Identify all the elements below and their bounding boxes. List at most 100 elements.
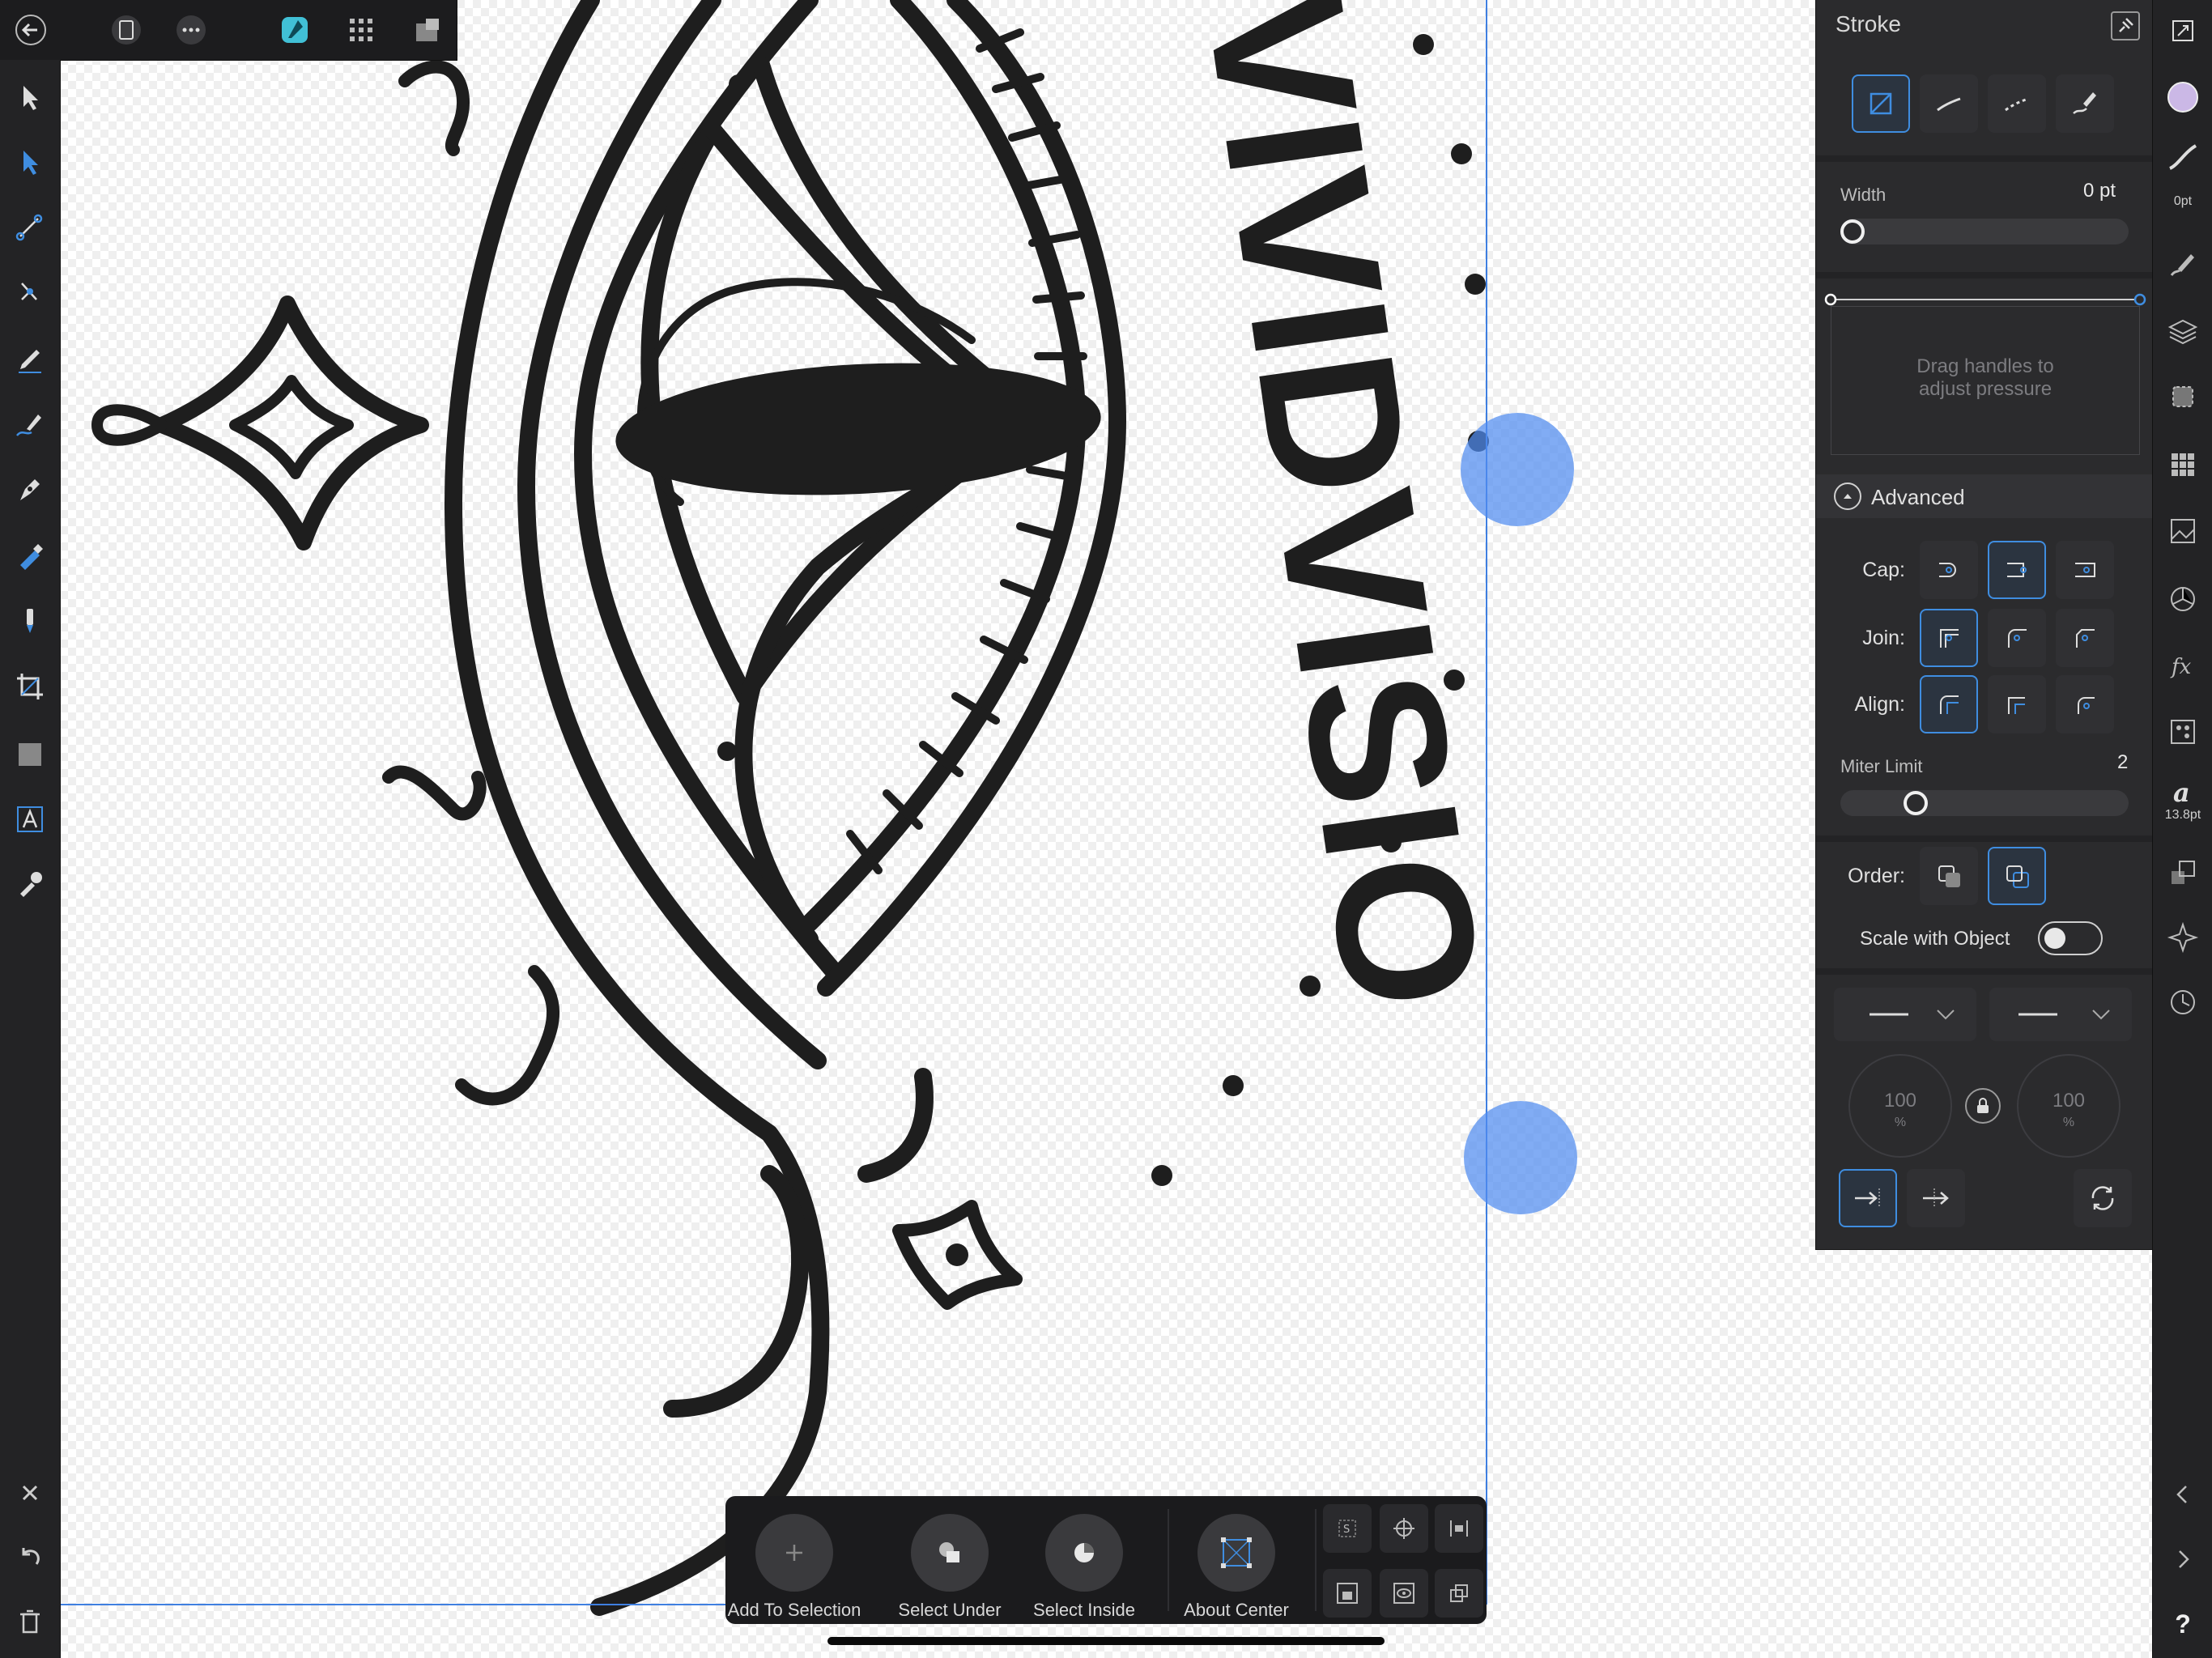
home-indicator[interactable] bbox=[827, 1637, 1385, 1645]
cap-butt-button[interactable] bbox=[1920, 541, 1978, 599]
miter-limit-label: Miter Limit bbox=[1840, 756, 1923, 776]
chevron-up-icon bbox=[1834, 483, 1861, 510]
crosshair-icon[interactable] bbox=[1380, 1504, 1428, 1553]
pressure-graph[interactable]: Drag handles to adjust pressure bbox=[1831, 306, 2140, 455]
assets-icon[interactable] bbox=[2163, 512, 2202, 551]
align-center-button[interactable] bbox=[1920, 675, 1978, 733]
history-icon[interactable] bbox=[2163, 983, 2202, 1022]
about-center-button[interactable]: About Center bbox=[1168, 1504, 1305, 1620]
join-miter-button[interactable] bbox=[1920, 609, 1978, 667]
svg-text:S: S bbox=[1343, 1524, 1350, 1536]
transform-icon[interactable] bbox=[2163, 377, 2202, 416]
visibility-icon[interactable] bbox=[1380, 1569, 1428, 1618]
swap-arrowheads-icon[interactable] bbox=[2074, 1169, 2132, 1227]
swatches-icon[interactable] bbox=[2163, 445, 2202, 484]
navigator-icon[interactable] bbox=[2163, 918, 2202, 957]
pen-tool-icon[interactable] bbox=[11, 470, 49, 508]
arrowhead-outside-button[interactable] bbox=[1907, 1169, 1965, 1227]
order-front-button[interactable] bbox=[1988, 847, 2046, 905]
select-inside-button[interactable]: Select Inside bbox=[1015, 1504, 1153, 1620]
width-label: Width bbox=[1840, 185, 1887, 205]
about-center-icon bbox=[1197, 1514, 1275, 1592]
width-slider-knob[interactable] bbox=[1840, 219, 1865, 244]
cap-square-button[interactable] bbox=[2056, 541, 2114, 599]
miter-limit-value[interactable]: 2 bbox=[2117, 751, 2128, 774]
color-picker-tool-icon[interactable] bbox=[11, 865, 49, 903]
scale-with-object-toggle[interactable] bbox=[2038, 921, 2103, 955]
stroke-studio-icon[interactable] bbox=[2163, 138, 2202, 176]
touch-indicator-lower bbox=[1464, 1101, 1577, 1214]
shape-tool-icon[interactable] bbox=[11, 735, 49, 774]
node-tool-icon[interactable] bbox=[11, 142, 49, 181]
tools-panel bbox=[0, 60, 61, 1658]
fill-tool-icon[interactable] bbox=[11, 538, 49, 576]
stroke-type-none-button[interactable] bbox=[1852, 74, 1910, 133]
help-button[interactable]: ? bbox=[2153, 1609, 2212, 1639]
trash-icon[interactable] bbox=[11, 1601, 49, 1640]
chevron-right-icon[interactable] bbox=[2163, 1540, 2202, 1579]
color-swatch-icon[interactable] bbox=[2163, 78, 2202, 117]
text-style-icon[interactable]: a bbox=[2163, 772, 2202, 811]
effects-icon[interactable]: fx bbox=[2163, 646, 2202, 685]
point-transform-tool-icon[interactable] bbox=[11, 272, 49, 311]
pin-icon[interactable] bbox=[2111, 11, 2140, 40]
lock-icon[interactable] bbox=[1965, 1088, 2001, 1124]
add-to-selection-button[interactable]: Add To Selection bbox=[725, 1504, 863, 1620]
scale-with-object-label: Scale with Object bbox=[1860, 928, 2010, 950]
stroke-type-solid-button[interactable] bbox=[1920, 74, 1978, 133]
width-value[interactable]: 0 pt bbox=[2083, 180, 2116, 202]
styles-icon[interactable] bbox=[2163, 712, 2202, 751]
panel-title: Stroke bbox=[1836, 11, 1901, 36]
svg-text:fx: fx bbox=[2170, 655, 2192, 679]
join-bevel-button[interactable] bbox=[2056, 609, 2114, 667]
pencil-tool-icon[interactable] bbox=[11, 340, 49, 379]
stroke-width-badge: 0pt bbox=[2173, 194, 2193, 208]
export-persona-icon[interactable] bbox=[408, 11, 447, 49]
select-under-button[interactable]: Select Under bbox=[881, 1504, 1019, 1620]
start-scale-field[interactable]: 100 % bbox=[1848, 1054, 1952, 1158]
cap-round-button[interactable] bbox=[1988, 541, 2046, 599]
vector-brush-tool-icon[interactable] bbox=[11, 405, 49, 444]
move-tool-icon[interactable] bbox=[11, 78, 49, 117]
lock-children-icon[interactable] bbox=[1323, 1569, 1372, 1618]
snap-rotate-icon[interactable]: S bbox=[1323, 1504, 1372, 1553]
end-arrowhead-dropdown[interactable] bbox=[1989, 988, 2132, 1041]
character-icon[interactable] bbox=[2163, 853, 2202, 892]
align-label: Align: bbox=[1854, 693, 1905, 716]
back-icon[interactable] bbox=[11, 11, 50, 49]
start-arrowhead-dropdown[interactable] bbox=[1834, 988, 1976, 1041]
brushes-icon[interactable] bbox=[2163, 244, 2202, 283]
advanced-toggle[interactable]: Advanced bbox=[1816, 474, 2153, 518]
align-distribute-icon[interactable] bbox=[1435, 1504, 1483, 1553]
join-round-button[interactable] bbox=[1988, 609, 2046, 667]
transparency-tool-icon[interactable] bbox=[11, 602, 49, 641]
more-icon[interactable] bbox=[172, 11, 211, 49]
chevron-left-icon[interactable] bbox=[2163, 1475, 2202, 1514]
crop-tool-icon[interactable] bbox=[11, 667, 49, 706]
align-inside-button[interactable] bbox=[1988, 675, 2046, 733]
pixel-persona-icon[interactable] bbox=[342, 11, 381, 49]
arrowhead-inside-button[interactable] bbox=[1839, 1169, 1897, 1227]
designer-persona-icon[interactable] bbox=[275, 11, 314, 49]
stroke-type-brush-button[interactable] bbox=[2056, 74, 2114, 133]
svg-text:a: a bbox=[2173, 777, 2190, 808]
select-under-icon bbox=[911, 1514, 989, 1592]
context-toolbar: Add To Selection Select Under Select Ins… bbox=[725, 1496, 1487, 1624]
text-tool-icon[interactable] bbox=[11, 800, 49, 839]
document-icon[interactable] bbox=[107, 11, 146, 49]
width-slider[interactable] bbox=[1840, 219, 2129, 244]
studio-toggle-icon[interactable] bbox=[2163, 11, 2202, 50]
order-behind-button[interactable] bbox=[1920, 847, 1978, 905]
miter-limit-slider[interactable] bbox=[1840, 790, 2129, 816]
duplicate-icon[interactable] bbox=[1435, 1569, 1483, 1618]
align-outside-button[interactable] bbox=[2056, 675, 2114, 733]
close-icon[interactable] bbox=[11, 1473, 49, 1512]
appearance-icon[interactable] bbox=[2163, 580, 2202, 619]
stroke-type-dashed-button[interactable] bbox=[1988, 74, 2046, 133]
undo-icon[interactable] bbox=[11, 1538, 49, 1577]
pressure-curve[interactable] bbox=[1824, 291, 2146, 308]
miter-limit-slider-knob[interactable] bbox=[1904, 791, 1928, 815]
corner-tool-icon[interactable] bbox=[11, 207, 49, 246]
end-scale-field[interactable]: 100 % bbox=[2017, 1054, 2121, 1158]
layers-icon[interactable] bbox=[2163, 311, 2202, 350]
